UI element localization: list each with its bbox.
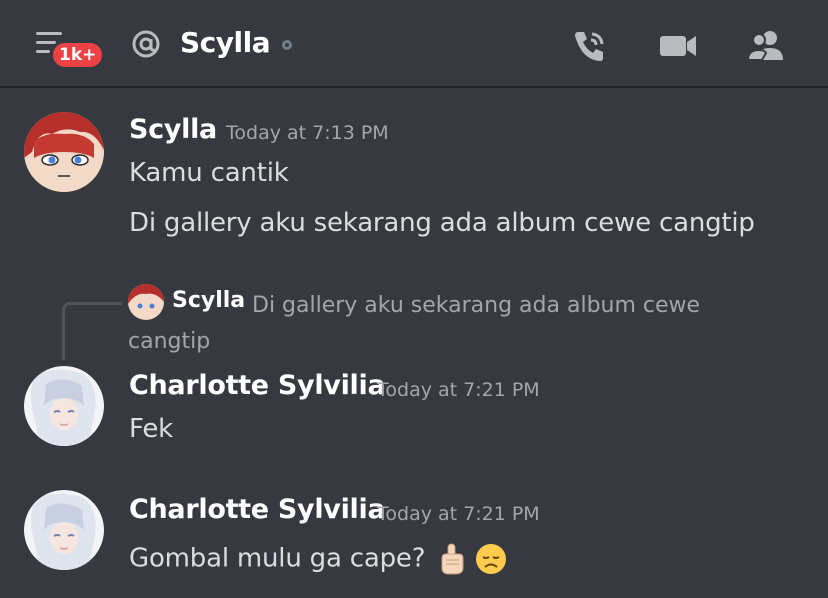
message-timestamp: Today at 7:13 PM: [226, 122, 389, 144]
reply-username[interactable]: Scylla: [172, 288, 245, 313]
members-icon[interactable]: [746, 26, 786, 66]
unread-badge: 1k+: [50, 40, 106, 70]
message-timestamp: Today at 7:21 PM: [377, 503, 540, 525]
message-text: Fek: [129, 414, 173, 444]
reply-connector: [62, 302, 122, 360]
message-text: Di gallery aku sekarang ada album cewe c…: [129, 208, 755, 238]
emoji-group: [437, 542, 507, 576]
avatar-charlotte[interactable]: [24, 490, 104, 570]
pointing-up-emoji: [441, 543, 464, 575]
channel-header: 1k+ Scylla: [0, 0, 828, 88]
message-text: Gombal mulu ga cape?: [129, 543, 426, 574]
message-username[interactable]: Charlotte Sylvilia: [129, 494, 386, 525]
message-username[interactable]: Charlotte Sylvilia: [129, 370, 386, 401]
message-text: Kamu cantik: [129, 158, 289, 188]
video-icon[interactable]: [658, 26, 698, 66]
channel-title: Scylla: [180, 26, 271, 59]
call-icon[interactable]: [570, 26, 610, 66]
disappointed-face-emoji: [476, 544, 507, 574]
message-timestamp: Today at 7:21 PM: [377, 379, 540, 401]
offline-status-icon: [282, 40, 292, 50]
avatar-scylla[interactable]: [24, 112, 104, 192]
avatar-charlotte[interactable]: [24, 366, 104, 446]
message-username[interactable]: Scylla: [129, 114, 217, 145]
message-line: Gombal mulu ga cape?: [129, 542, 507, 576]
at-icon: [132, 30, 160, 58]
